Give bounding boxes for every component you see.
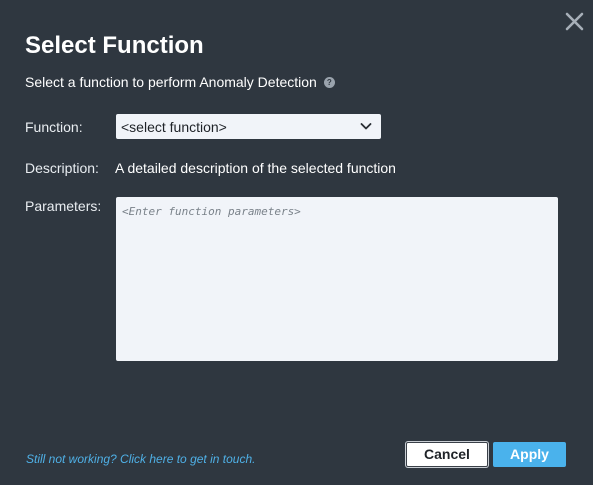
function-label: Function: bbox=[25, 119, 83, 135]
function-select[interactable]: <select function> bbox=[116, 114, 381, 139]
subtitle-text: Select a function to perform Anomaly Det… bbox=[25, 74, 317, 90]
parameters-input[interactable] bbox=[116, 197, 558, 361]
close-button[interactable] bbox=[562, 10, 586, 34]
description-label: Description: bbox=[25, 160, 99, 176]
contact-help-link[interactable]: Still not working? Click here to get in … bbox=[26, 452, 255, 466]
dialog-title: Select Function bbox=[25, 32, 204, 59]
select-function-dialog: Select Function Select a function to per… bbox=[0, 0, 593, 485]
chevron-down-icon bbox=[360, 123, 372, 130]
cancel-button[interactable]: Cancel bbox=[406, 442, 488, 467]
function-select-value: <select function> bbox=[121, 118, 227, 135]
apply-button[interactable]: Apply bbox=[493, 442, 566, 467]
parameters-label: Parameters: bbox=[25, 198, 102, 214]
close-icon bbox=[565, 12, 584, 31]
dialog-subtitle: Select a function to perform Anomaly Det… bbox=[25, 73, 335, 91]
help-icon[interactable]: ? bbox=[323, 76, 335, 88]
description-value: A detailed description of the selected f… bbox=[115, 160, 396, 176]
